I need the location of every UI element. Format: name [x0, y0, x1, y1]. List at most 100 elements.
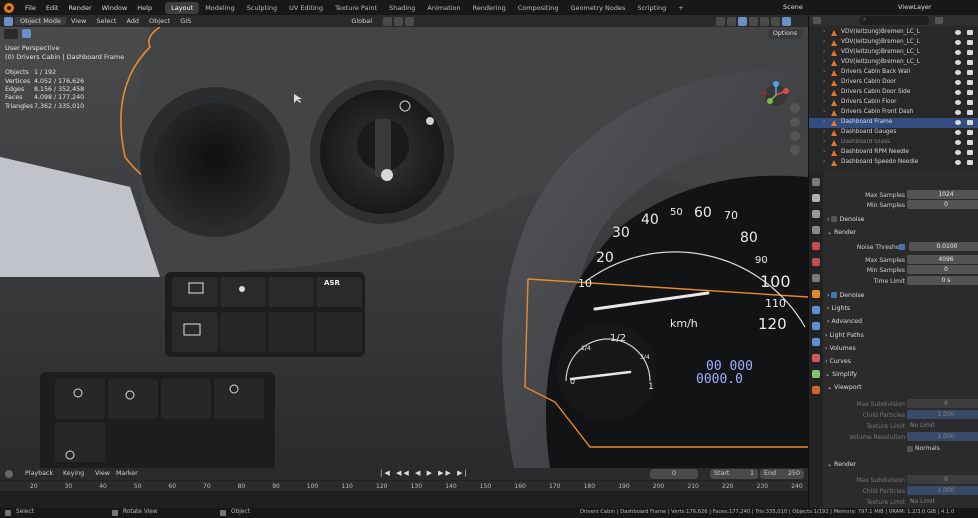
outliner-item[interactable]: › Dashboard Gauges [809, 128, 978, 138]
tab-scripting[interactable]: Scripting [631, 2, 672, 14]
viewport-subsection[interactable]: ⌄ Viewport [827, 384, 862, 391]
tab-rendering[interactable]: Rendering [467, 2, 512, 14]
material-tab-icon[interactable] [812, 386, 820, 394]
render-camera-icon[interactable] [967, 160, 973, 165]
pan-hand-icon[interactable] [790, 117, 800, 127]
proportional-edit-icon[interactable] [405, 16, 415, 26]
visibility-eye-icon[interactable] [955, 70, 961, 75]
scene-selector[interactable]: Scene [783, 3, 803, 11]
menu-select[interactable]: Select [91, 17, 121, 25]
menu-window[interactable]: Window [97, 4, 133, 12]
outliner-item[interactable]: › Drivers Cabin Floor [809, 98, 978, 108]
snap-icon[interactable] [394, 16, 404, 26]
visibility-icon[interactable] [716, 16, 726, 26]
visibility-eye-icon[interactable] [955, 40, 961, 45]
render-camera-icon[interactable] [967, 140, 973, 145]
min-samples-field[interactable]: 0 [907, 265, 978, 274]
visibility-eye-icon[interactable] [955, 150, 961, 155]
denoise-top-checkbox[interactable] [831, 216, 838, 222]
texture-limit-render-select[interactable]: No Limit [907, 497, 978, 506]
outliner-item[interactable]: › Drivers Cabin Door Side [809, 88, 978, 98]
outliner-item[interactable]: › VDV(leitzung)Bremen_LC_L [809, 38, 978, 48]
render-camera-icon[interactable] [967, 80, 973, 85]
editor-type-icon[interactable] [4, 16, 13, 26]
playback-controls[interactable]: |◀ ◀◀ ◀ ▶ ▶▶ ▶| [380, 469, 469, 477]
gizmo-icon[interactable] [727, 16, 737, 26]
expand-chevron-icon[interactable]: › [823, 79, 825, 85]
texture-limit-select[interactable]: No Limit [907, 421, 978, 430]
expand-chevron-icon[interactable]: › [823, 69, 825, 75]
physics-tab-icon[interactable] [812, 338, 820, 346]
menu-playback[interactable]: Playback [25, 470, 53, 477]
blender-logo-icon[interactable] [4, 2, 14, 13]
denoise-top-section[interactable]: › Denoise [827, 216, 864, 223]
modifier-tab-icon[interactable] [812, 306, 820, 314]
min-samples-top-field[interactable]: 0 [907, 200, 978, 209]
tab-animation[interactable]: Animation [421, 2, 466, 14]
max-samples-top-field[interactable]: 1024 [907, 190, 978, 199]
timeline-track-area[interactable] [0, 491, 808, 508]
render-camera-icon[interactable] [967, 40, 973, 45]
add-workspace-button[interactable]: + [672, 2, 689, 14]
visibility-eye-icon[interactable] [955, 30, 961, 35]
expand-chevron-icon[interactable]: › [823, 89, 825, 95]
outliner-item[interactable]: › Drivers Cabin Back Wall [809, 68, 978, 78]
visibility-eye-icon[interactable] [955, 120, 961, 125]
pivot-icon[interactable] [383, 16, 393, 26]
menu-edit[interactable]: Edit [41, 4, 64, 12]
xray-icon[interactable] [749, 16, 759, 26]
render-camera-icon[interactable] [967, 150, 973, 155]
expand-chevron-icon[interactable]: › [823, 149, 825, 155]
solid-shading-icon[interactable] [760, 16, 770, 26]
tab-layout[interactable]: Layout [165, 1, 200, 14]
render-camera-icon[interactable] [967, 50, 973, 55]
data-tab-icon[interactable] [812, 370, 820, 378]
time-limit-field[interactable]: 0 s [907, 276, 978, 285]
object-tab-icon[interactable] [812, 290, 820, 298]
outliner-item[interactable]: › Dashboard Speedo Needle [809, 158, 978, 168]
view-layer-selector[interactable]: ViewLayer [898, 3, 932, 11]
menu-timeline-view[interactable]: View [95, 470, 110, 477]
tab-uv-editing[interactable]: UV Editing [283, 2, 329, 14]
volume-resolution-field[interactable]: 1.000 [907, 432, 978, 441]
outliner-editor-icon[interactable] [813, 17, 821, 24]
expand-chevron-icon[interactable]: › [823, 109, 825, 115]
tab-geometry-nodes[interactable]: Geometry Nodes [565, 2, 632, 14]
visibility-eye-icon[interactable] [955, 90, 961, 95]
visibility-eye-icon[interactable] [955, 50, 961, 55]
tab-shading[interactable]: Shading [383, 2, 421, 14]
output-tab-icon[interactable] [812, 210, 820, 218]
render-camera-icon[interactable] [967, 30, 973, 35]
collection-tab-icon[interactable] [812, 274, 820, 282]
filter-icon[interactable] [935, 17, 943, 24]
simplify-section[interactable]: ⌄ Simplify [825, 371, 857, 378]
mode-select[interactable]: Object Mode [15, 17, 66, 25]
scene-tab-icon[interactable] [812, 242, 820, 250]
current-frame-field[interactable]: 0 [650, 469, 698, 479]
light-paths-section[interactable]: › Light Paths [825, 332, 864, 339]
constraints-tab-icon[interactable] [812, 354, 820, 362]
max-subdivision-render-field[interactable]: 6 [907, 475, 978, 484]
camera-view-icon[interactable] [790, 131, 800, 141]
end-frame-field[interactable]: End 250 [760, 469, 804, 479]
menu-file[interactable]: File [20, 4, 41, 12]
menu-marker[interactable]: Marker [116, 470, 138, 477]
zoom-icon[interactable] [790, 103, 800, 113]
render-camera-icon[interactable] [967, 110, 973, 115]
expand-chevron-icon[interactable]: › [823, 59, 825, 65]
menu-view[interactable]: View [66, 17, 91, 25]
noise-threshold-field[interactable]: 0.0100 [909, 242, 978, 251]
tab-sculpting[interactable]: Sculpting [241, 2, 283, 14]
outliner-search-input[interactable] [859, 16, 929, 25]
outliner-item[interactable]: › Drivers Cabin Front Dash [809, 108, 978, 118]
3d-viewport[interactable]: User Perspective (0) Drivers Cabin | Das… [0, 27, 808, 468]
denoise-checkbox[interactable] [831, 292, 838, 298]
material-shading-icon[interactable] [771, 16, 781, 26]
overlay-icon[interactable] [738, 16, 748, 26]
tab-compositing[interactable]: Compositing [512, 2, 565, 14]
timeline-editor-icon[interactable] [5, 470, 13, 478]
render-camera-icon[interactable] [967, 100, 973, 105]
expand-chevron-icon[interactable]: › [823, 99, 825, 105]
start-frame-field[interactable]: Start 1 [710, 469, 758, 479]
expand-chevron-icon[interactable]: › [823, 129, 825, 135]
